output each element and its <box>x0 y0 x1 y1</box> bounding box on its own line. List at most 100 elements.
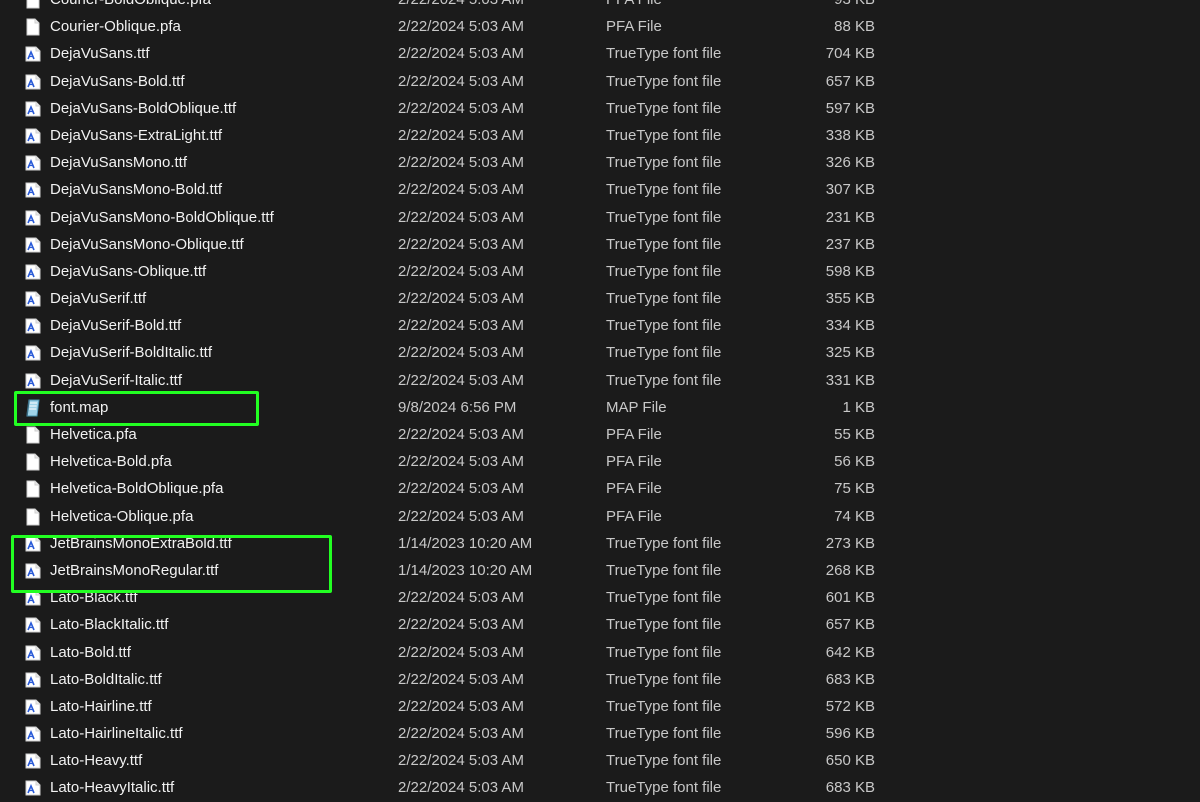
file-row[interactable]: Courier-Oblique.pfa 2/22/2024 5:03 AM PFA … <box>0 13 1200 40</box>
file-name: DejaVuSans-ExtraLight.ttf <box>50 126 223 144</box>
file-row[interactable]: Courier-BoldOblique.pfa 2/22/2024 5:03 AM… <box>0 0 1200 13</box>
file-date: 2/22/2024 5:03 AM <box>398 0 524 13</box>
font-file-icon <box>24 535 42 553</box>
file-row[interactable]: Lato-BoldItalic.ttf 2/22/2024 5:03 AM True… <box>0 666 1200 693</box>
file-row[interactable]: JetBrainsMonoRegular.ttf 1/14/2023 10:20 … <box>0 557 1200 584</box>
file-size: 704 KB <box>825 45 875 63</box>
file-date: 2/22/2024 5:03 AM <box>398 779 524 797</box>
font-file-icon <box>24 671 42 689</box>
font-file-icon <box>24 752 42 770</box>
font-file-icon <box>24 100 42 118</box>
file-type: TrueType font file <box>606 752 722 770</box>
file-row[interactable]: Helvetica-BoldOblique.pfa 2/22/2024 5:03 … <box>0 475 1200 502</box>
file-row[interactable]: Helvetica.pfa 2/22/2024 5:03 AM PFA File 55… <box>0 421 1200 448</box>
file-type: TrueType font file <box>606 290 722 308</box>
file-row[interactable]: font.map 9/8/2024 6:56 PM MAP File 1 KB <box>0 394 1200 421</box>
file-name: DejaVuSansMono-Bold.ttf <box>50 181 223 199</box>
file-type: TrueType font file <box>606 317 722 335</box>
font-file-icon <box>24 589 42 607</box>
file-row[interactable]: DejaVuSans-Oblique.ttf 2/22/2024 5:03 AM T… <box>0 258 1200 285</box>
file-type: PFA File <box>606 453 662 471</box>
file-date: 2/22/2024 5:03 AM <box>398 453 524 471</box>
file-row[interactable]: Lato-HairlineItalic.ttf 2/22/2024 5:03 AM… <box>0 720 1200 747</box>
file-date: 2/22/2024 5:03 AM <box>398 725 524 743</box>
file-row[interactable]: DejaVuSans-BoldOblique.ttf 2/22/2024 5:03… <box>0 95 1200 122</box>
file-size: 56 KB <box>834 453 875 471</box>
file-size: 75 KB <box>834 480 875 498</box>
blank-file-icon <box>24 480 42 498</box>
file-type: TrueType font file <box>606 779 722 797</box>
file-name: Courier-Oblique.pfa <box>50 18 181 36</box>
file-row[interactable]: DejaVuSerif-BoldItalic.ttf 2/22/2024 5:03… <box>0 339 1200 366</box>
file-date: 2/22/2024 5:03 AM <box>398 752 524 770</box>
blank-file-icon <box>24 508 42 526</box>
file-type: MAP File <box>606 398 667 416</box>
font-file-icon <box>24 698 42 716</box>
file-row[interactable]: Lato-Black.ttf 2/22/2024 5:03 AM TrueType … <box>0 584 1200 611</box>
file-type: TrueType font file <box>606 725 722 743</box>
file-size: 231 KB <box>825 208 875 226</box>
file-row[interactable]: DejaVuSans-ExtraLight.ttf 2/22/2024 5:03 … <box>0 122 1200 149</box>
font-file-icon <box>24 181 42 199</box>
file-row[interactable]: DejaVuSansMono-Bold.ttf 2/22/2024 5:03 AM… <box>0 176 1200 203</box>
file-row[interactable]: DejaVuSans-Bold.ttf 2/22/2024 5:03 AM True… <box>0 68 1200 95</box>
file-type: TrueType font file <box>606 561 722 579</box>
file-row[interactable]: DejaVuSansMono.ttf 2/22/2024 5:03 AM TrueT… <box>0 149 1200 176</box>
file-name: DejaVuSansMono-BoldOblique.ttf <box>50 208 274 226</box>
file-row[interactable]: DejaVuSerif-Italic.ttf 2/22/2024 5:03 AM T… <box>0 367 1200 394</box>
file-date: 2/22/2024 5:03 AM <box>398 616 524 634</box>
file-type: TrueType font file <box>606 643 722 661</box>
font-file-icon <box>24 317 42 335</box>
file-name: Lato-BoldItalic.ttf <box>50 670 162 688</box>
file-date: 2/22/2024 5:03 AM <box>398 181 524 199</box>
file-type: TrueType font file <box>606 589 722 607</box>
file-row[interactable]: JetBrainsMonoExtraBold.ttf 1/14/2023 10:2… <box>0 530 1200 557</box>
file-date: 2/22/2024 5:03 AM <box>398 507 524 525</box>
file-row[interactable]: DejaVuSerif-Bold.ttf 2/22/2024 5:03 AM Tru… <box>0 312 1200 339</box>
file-type: TrueType font file <box>606 99 722 117</box>
file-size: 325 KB <box>825 344 875 362</box>
file-row[interactable]: Lato-Hairline.ttf 2/22/2024 5:03 AM TrueTy… <box>0 693 1200 720</box>
file-type: TrueType font file <box>606 235 722 253</box>
file-name: Lato-BlackItalic.ttf <box>50 616 169 634</box>
file-row[interactable]: DejaVuSansMono-BoldOblique.ttf 2/22/2024 … <box>0 204 1200 231</box>
file-name: DejaVuSans-BoldOblique.ttf <box>50 99 237 117</box>
font-file-icon <box>24 154 42 172</box>
file-row[interactable]: Lato-Bold.ttf 2/22/2024 5:03 AM TrueType f… <box>0 639 1200 666</box>
file-type: PFA File <box>606 507 662 525</box>
file-size: 683 KB <box>825 670 875 688</box>
file-type: TrueType font file <box>606 670 722 688</box>
file-row[interactable]: DejaVuSerif.ttf 2/22/2024 5:03 AM TrueType… <box>0 285 1200 312</box>
file-size: 1 KB <box>842 398 875 416</box>
file-size: 273 KB <box>825 534 875 552</box>
file-size: 642 KB <box>825 643 875 661</box>
file-size: 93 KB <box>834 0 875 13</box>
file-row[interactable]: Helvetica-Oblique.pfa 2/22/2024 5:03 AM PF… <box>0 503 1200 530</box>
file-size: 597 KB <box>825 99 875 117</box>
file-type: TrueType font file <box>606 126 722 144</box>
file-name: DejaVuSerif-Bold.ttf <box>50 317 182 335</box>
font-file-icon <box>24 372 42 390</box>
file-name: Lato-HairlineItalic.ttf <box>50 725 183 743</box>
file-row[interactable]: DejaVuSans.ttf 2/22/2024 5:03 AM TrueType … <box>0 40 1200 67</box>
file-name: JetBrainsMonoExtraBold.ttf <box>50 534 232 552</box>
font-file-icon <box>24 73 42 91</box>
file-date: 2/22/2024 5:03 AM <box>398 45 524 63</box>
file-size: 683 KB <box>825 779 875 797</box>
file-name: Lato-HeavyItalic.ttf <box>50 779 175 797</box>
file-type: PFA File <box>606 480 662 498</box>
blank-file-icon <box>24 18 42 36</box>
font-file-icon <box>24 562 42 580</box>
file-list: Courier-BoldOblique.pfa 2/22/2024 5:03 AM… <box>0 0 1200 802</box>
file-row[interactable]: Lato-BlackItalic.ttf 2/22/2024 5:03 AM Tru… <box>0 611 1200 638</box>
file-row[interactable]: Lato-HeavyItalic.ttf 2/22/2024 5:03 AM Tru… <box>0 774 1200 801</box>
file-row[interactable]: DejaVuSansMono-Oblique.ttf 2/22/2024 5:03… <box>0 231 1200 258</box>
font-file-icon <box>24 644 42 662</box>
file-row[interactable]: Helvetica-Bold.pfa 2/22/2024 5:03 AM PFA F… <box>0 448 1200 475</box>
file-date: 2/22/2024 5:03 AM <box>398 426 524 443</box>
file-size: 331 KB <box>825 371 875 389</box>
file-name: JetBrainsMonoRegular.ttf <box>50 561 219 579</box>
file-date: 2/22/2024 5:03 AM <box>398 18 524 36</box>
font-file-icon <box>24 344 42 362</box>
file-row[interactable]: Lato-Heavy.ttf 2/22/2024 5:03 AM TrueType … <box>0 747 1200 774</box>
